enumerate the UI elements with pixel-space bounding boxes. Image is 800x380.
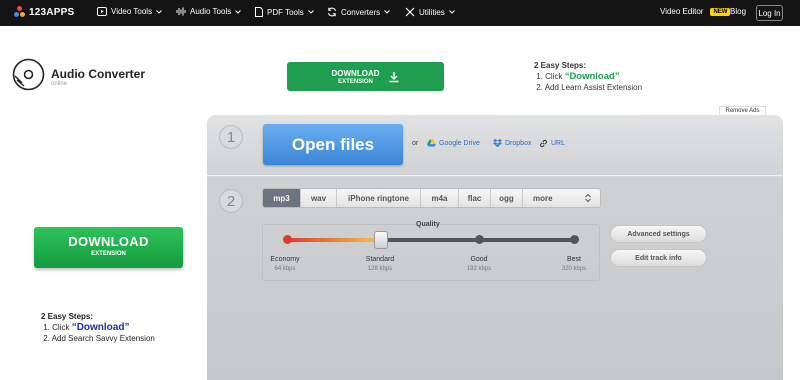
advanced-settings-button[interactable]: Advanced settings (610, 225, 707, 243)
logo-text: 123APPS (29, 6, 75, 18)
quality-box (262, 224, 600, 281)
logo[interactable]: 123APPS (14, 6, 74, 18)
steps-title: 2 Easy Steps: (41, 312, 94, 321)
audio-disc-icon (12, 58, 45, 91)
dropbox-link[interactable]: Dropbox (493, 139, 531, 147)
nav-pdf-tools-label: PDF Tools (267, 7, 304, 17)
quality-standard-label: Standard (365, 256, 395, 263)
step1-highlight: “Download” (71, 322, 130, 333)
quality-best-label: Best (566, 256, 581, 263)
dropbox-label: Dropbox (505, 139, 532, 147)
download-label: DOWNLOAD (68, 234, 149, 249)
quality-good-label: Good (470, 256, 488, 263)
steps-title: 2 Easy Steps: (534, 61, 587, 70)
quality-standard-kbps: 128 kbps (367, 266, 393, 272)
chevron-down-icon (235, 9, 242, 14)
nav-converters[interactable]: Converters (327, 7, 390, 17)
format-tab-mp3[interactable]: mp3 (263, 189, 301, 207)
quality-best-kbps: 320 kbps (561, 266, 587, 272)
step2-text: 2. Add Search Savvy Extension (43, 334, 155, 343)
top-nav-bar: 123APPS Video Tools Audio Tools PDF Tool… (0, 0, 800, 26)
nav-video-editor-label: Video Editor (660, 7, 704, 16)
nav-converters-label: Converters (341, 7, 381, 17)
step1-highlight: “Download” (564, 71, 620, 82)
format-tab-flac[interactable]: flac (459, 189, 491, 207)
download-extension-button-top[interactable]: DOWNLOAD EXTENSION (287, 62, 444, 91)
nav-utilities-label: Utilities (419, 7, 445, 17)
quality-economy-label: Economy (270, 256, 300, 263)
page-title: Audio Converter (51, 67, 146, 81)
quality-tick-economy[interactable] (283, 235, 292, 244)
google-drive-link[interactable]: Google Drive (427, 139, 480, 147)
pdf-file-icon (255, 7, 263, 17)
quality-tick-best[interactable] (570, 235, 579, 244)
edit-track-info-button[interactable]: Edit track info (610, 249, 707, 267)
nav-audio-tools[interactable]: Audio Tools (176, 7, 242, 16)
extension-label: EXTENSION (338, 79, 373, 85)
format-more-dropdown[interactable]: more (523, 189, 598, 207)
tools-icon (405, 7, 415, 17)
nav-video-editor[interactable]: Video Editor NEW (660, 7, 731, 16)
quality-slider-track[interactable] (287, 238, 575, 242)
step-number-1: 1 (219, 125, 243, 149)
page-subtitle: online (51, 81, 68, 87)
quality-good-kbps: 192 kbps (466, 266, 492, 272)
step-number-2: 2 (219, 189, 243, 213)
download-extension-button-left[interactable]: DOWNLOAD EXTENSION (34, 227, 183, 268)
quality-slider-fill (287, 238, 382, 242)
extension-label: EXTENSION (91, 251, 126, 257)
nav-video-tools-label: Video Tools (111, 7, 153, 16)
format-tab-wav[interactable]: wav (301, 189, 337, 207)
nav-video-tools[interactable]: Video Tools (97, 7, 162, 16)
format-selector: mp3 wav iPhone ringtone m4a flac ogg mor… (262, 188, 601, 208)
dropbox-icon (493, 139, 502, 147)
logo-icon (14, 6, 26, 18)
format-more-label: more (533, 193, 553, 203)
link-icon (540, 139, 547, 148)
nav-pdf-tools[interactable]: PDF Tools (255, 7, 314, 17)
converter-panel: 1 Open files or Google Drive Dropbox URL… (207, 115, 783, 380)
format-tab-ogg[interactable]: ogg (491, 189, 523, 207)
url-label: URL (551, 140, 566, 147)
url-link[interactable]: URL (539, 139, 565, 148)
quality-economy-kbps: 64 kbps (274, 266, 296, 272)
google-drive-label: Google Drive (439, 139, 480, 147)
quality-label: Quality (416, 221, 440, 228)
new-badge: NEW (710, 7, 731, 16)
video-icon (97, 7, 107, 16)
format-tab-iphone-ringtone[interactable]: iPhone ringtone (337, 189, 421, 207)
download-icon (389, 71, 398, 82)
google-drive-icon (427, 139, 436, 147)
quality-tick-good[interactable] (475, 235, 484, 244)
up-down-arrows-icon (585, 194, 591, 202)
or-label: or (412, 140, 419, 147)
easy-steps-top: 2 Easy Steps: 1. Click “Download” 2. Add… (534, 60, 642, 93)
open-files-button[interactable]: Open files (263, 124, 403, 165)
nav-utilities[interactable]: Utilities (405, 7, 455, 17)
step1-text: 1. Click (43, 323, 72, 332)
open-files-row: 1 Open files or Google Drive Dropbox URL (207, 115, 783, 176)
chevron-down-icon (156, 9, 162, 14)
chevron-down-icon (384, 10, 390, 14)
audio-wave-icon (176, 7, 186, 16)
format-row: 2 mp3 wav iPhone ringtone m4a flac ogg m… (207, 177, 783, 380)
convert-arrows-icon (328, 7, 336, 17)
step2-text: 2. Add Learn Assist Extension (536, 83, 643, 92)
easy-steps-left: 2 Easy Steps: 1. Click “Download” 2. Add… (41, 311, 155, 344)
nav-blog[interactable]: Blog (730, 7, 746, 16)
step1-text: 1. Click (536, 72, 565, 81)
login-button[interactable]: Log In (756, 5, 783, 21)
quality-slider-handle[interactable] (374, 231, 388, 249)
download-label: DOWNLOAD (331, 69, 380, 78)
chevron-down-icon (307, 10, 314, 14)
format-tab-m4a[interactable]: m4a (421, 189, 459, 207)
chevron-down-icon (448, 10, 455, 14)
nav-audio-tools-label: Audio Tools (190, 7, 232, 16)
